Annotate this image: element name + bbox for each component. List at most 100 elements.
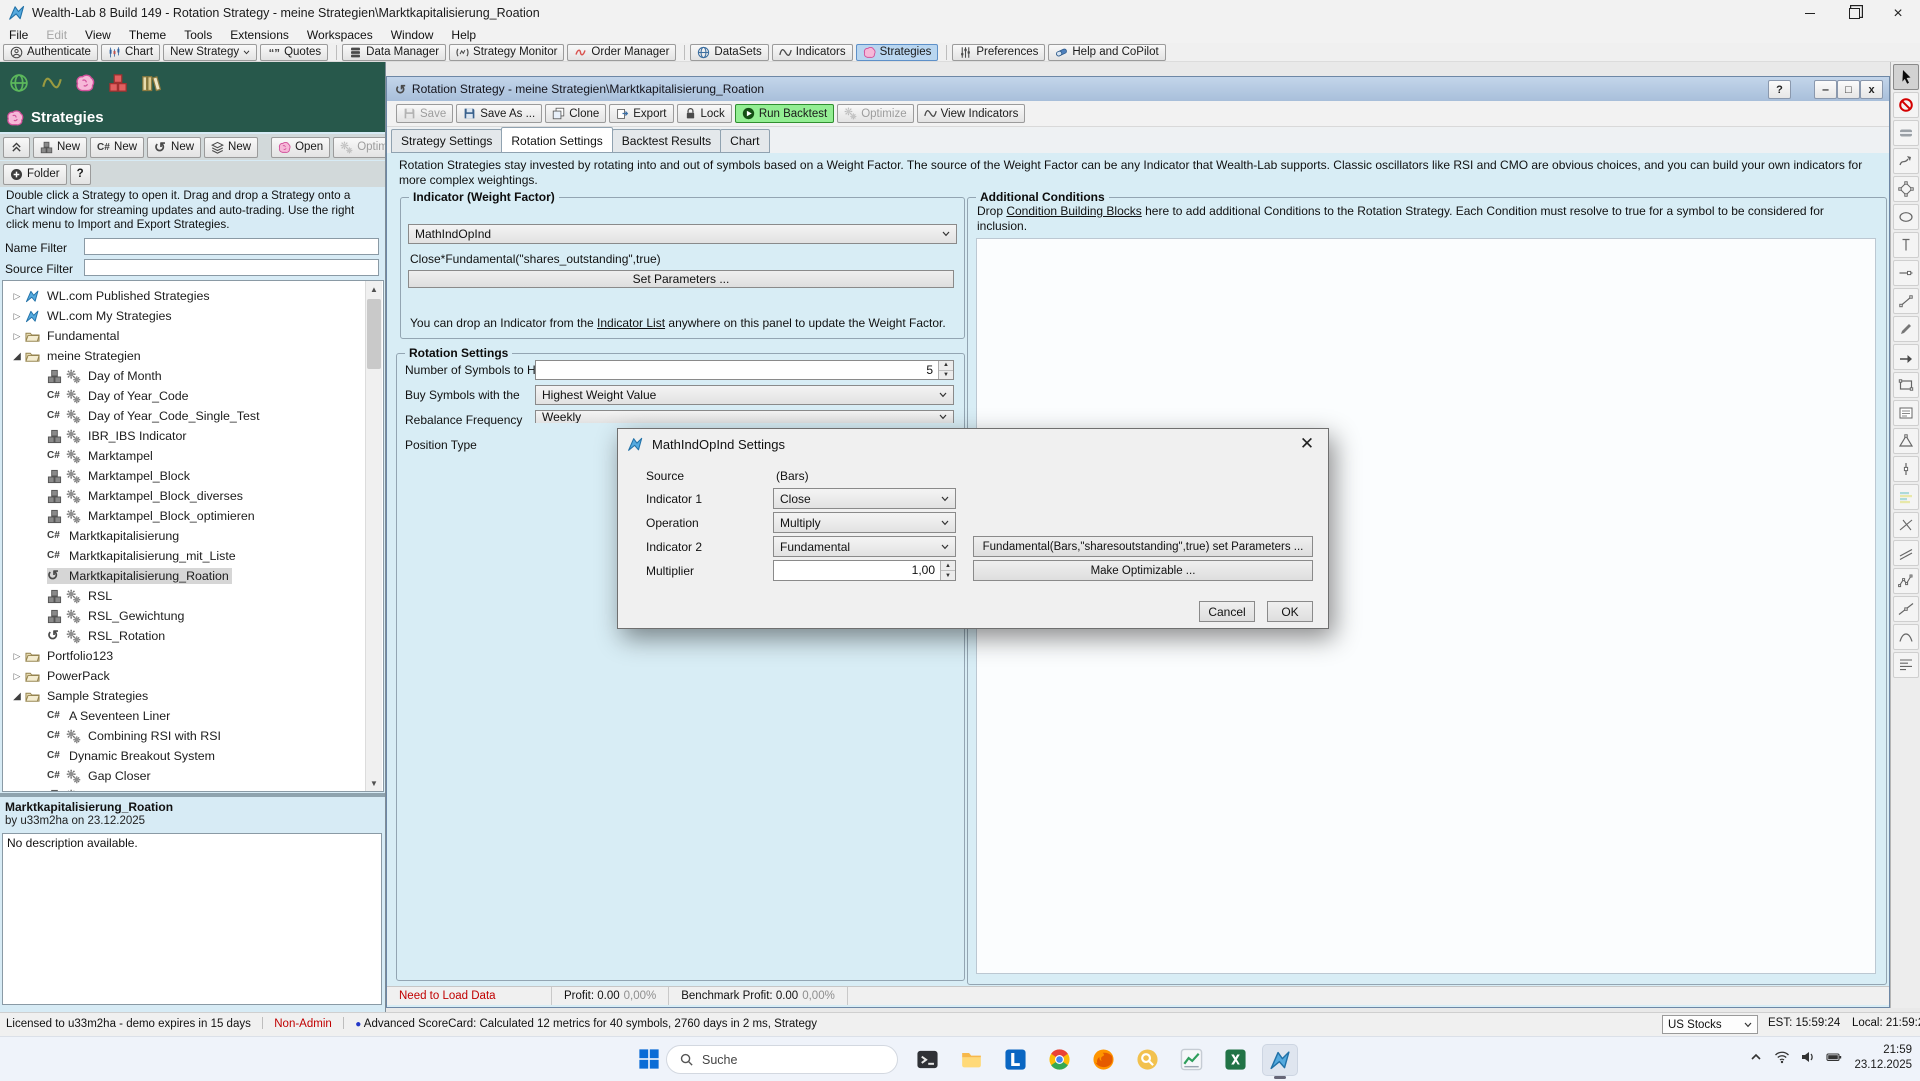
restore-button[interactable] [1832, 0, 1876, 27]
menu-tools[interactable]: Tools [175, 28, 221, 42]
indicator1-select[interactable]: Close [773, 488, 956, 509]
taskbar-linkedin-icon[interactable] [998, 1044, 1032, 1074]
export-button[interactable]: Export [609, 104, 673, 123]
taskbar-search[interactable]: Suche [666, 1045, 898, 1074]
taskbar-clock[interactable]: 21:59 23.12.2025 [1854, 1043, 1912, 1073]
make-optimizable-button[interactable]: Make Optimizable ... [973, 560, 1313, 581]
tree-item-marktkapitalisierung[interactable]: C#Marktkapitalisierung [3, 526, 383, 546]
tab-backtest-results[interactable]: Backtest Results [612, 129, 721, 153]
indicator-list-link[interactable]: Indicator List [597, 316, 665, 330]
condition-building-blocks-link[interactable]: Condition Building Blocks [1006, 204, 1141, 218]
strategy-monitor-button[interactable]: Strategy Monitor [449, 44, 564, 61]
data-manager-button[interactable]: Data Manager [342, 44, 446, 61]
rebalance-frequency-select[interactable]: Weekly [535, 410, 954, 423]
spin-up-icon[interactable]: ▲ [939, 361, 953, 371]
source-filter-input[interactable] [84, 259, 379, 276]
tree-item-marktkapitalisierung-roation[interactable]: ↺Marktkapitalisierung_Roation [3, 566, 383, 586]
chart-button[interactable]: Chart [101, 44, 160, 61]
tab-strategy-settings[interactable]: Strategy Settings [391, 129, 502, 153]
doc-maximize-button[interactable]: □ [1837, 80, 1860, 99]
menu-theme[interactable]: Theme [120, 28, 175, 42]
tree-item-marktampel-block-optimieren[interactable]: Marktampel_Block_optimieren [3, 506, 383, 526]
books-tan-icon[interactable] [141, 73, 161, 93]
lock-button[interactable]: Lock [677, 104, 732, 123]
scroll-down-icon[interactable]: ▼ [366, 775, 382, 791]
ellipse-tool[interactable] [1893, 204, 1919, 230]
tree-item-rsl[interactable]: RSL [3, 586, 383, 606]
clone-button[interactable]: Clone [545, 104, 606, 123]
taskbar-chrome-icon[interactable] [1042, 1044, 1076, 1074]
tree-item-rsl-gewichtung[interactable]: RSL_Gewichtung [3, 606, 383, 626]
collapse-icon[interactable]: ◢ [9, 351, 25, 362]
chevron-up-icon[interactable] [1748, 1049, 1764, 1065]
new-button[interactable]: New [204, 137, 258, 158]
scrollbar-thumb[interactable] [367, 299, 381, 369]
expand-icon[interactable]: ▷ [9, 651, 25, 662]
number-of-symbols-to-hold-spinner[interactable]: 5▲▼ [535, 360, 954, 380]
market-select[interactable]: US Stocks [1662, 1015, 1758, 1034]
vertical-line-tool[interactable] [1893, 232, 1919, 258]
order-manager-button[interactable]: Order Manager [567, 44, 676, 61]
quotes-button[interactable]: “”Quotes [260, 44, 328, 61]
tree-item-day-of-year-code-single-test[interactable]: C#Day of Year_Code_Single_Test [3, 406, 383, 426]
doc-help-button[interactable]: ? [1768, 80, 1791, 99]
text-note-tool[interactable] [1893, 400, 1919, 426]
start-button[interactable] [632, 1044, 666, 1074]
optimize-button[interactable]: Optimize [333, 137, 385, 158]
spin-down-icon[interactable]: ▼ [939, 371, 953, 380]
preferences-button[interactable]: Preferences [952, 44, 1045, 61]
authenticate-button[interactable]: Authenticate [3, 44, 98, 61]
brain-pink-icon[interactable] [75, 73, 95, 93]
open-button[interactable]: Open [271, 137, 330, 158]
eraser-tool[interactable] [1893, 120, 1919, 146]
expand-icon[interactable]: ▷ [9, 671, 25, 682]
rectangle-tool[interactable] [1893, 372, 1919, 398]
taskbar-search-app-icon[interactable] [1130, 1044, 1164, 1074]
tree-item-marktkapitalisierung-mit-liste[interactable]: C#Marktkapitalisierung_mit_Liste [3, 546, 383, 566]
multiplier-spinner[interactable]: 1,00 ▲▼ [773, 560, 956, 581]
globe-green-icon[interactable] [9, 73, 29, 93]
arrow-tool[interactable] [1893, 344, 1919, 370]
cancel-button[interactable]: Cancel [1199, 601, 1255, 622]
tree-item-rsl-rotation[interactable]: ↺RSL_Rotation [3, 626, 383, 646]
cubes-red-icon[interactable] [108, 73, 128, 93]
tree-item-ibr-ibs-indicator[interactable]: IBR_IBS Indicator [3, 426, 383, 446]
volume-icon[interactable] [1800, 1049, 1816, 1065]
freehand-tool[interactable] [1893, 148, 1919, 174]
tree-item-wl-com-published-strategies[interactable]: ▷WL.com Published Strategies [3, 286, 383, 306]
doc-close-button[interactable]: x [1860, 80, 1883, 99]
pencil-tool[interactable] [1893, 316, 1919, 342]
doc-minimize-button[interactable]: ‒ [1814, 80, 1837, 99]
indicator2-parameters-button[interactable]: Fundamental(Bars,"sharesoutstanding",tru… [973, 536, 1313, 557]
datasets-button[interactable]: DataSets [690, 44, 768, 61]
buy-symbols-with-the-select[interactable]: Highest Weight Value [535, 385, 954, 405]
expand-icon[interactable]: ▷ [9, 331, 25, 342]
extended-line-tool[interactable] [1893, 596, 1919, 622]
menu-file[interactable]: File [0, 28, 37, 42]
taskbar-terminal-icon[interactable] [910, 1044, 944, 1074]
tree-item-sample-strategies[interactable]: ◢Sample Strategies [3, 686, 383, 706]
zigzag-pattern-tool[interactable] [1893, 568, 1919, 594]
indicator-select[interactable]: MathIndOpInd [408, 224, 957, 244]
ok-button[interactable]: OK [1267, 601, 1313, 622]
tree-scrollbar[interactable]: ▲ ▼ [365, 281, 382, 791]
folder-button[interactable]: Folder [3, 164, 67, 185]
tree-item-portfolio123[interactable]: ▷Portfolio123 [3, 646, 383, 666]
menu-extensions[interactable]: Extensions [221, 28, 298, 42]
tree-item-marktampel[interactable]: C#Marktampel [3, 446, 383, 466]
taskbar-chart-app-icon[interactable] [1174, 1044, 1208, 1074]
tree-item-a-seventeen-liner[interactable]: C#A Seventeen Liner [3, 706, 383, 726]
tree-item-marktampel-block[interactable]: Marktampel_Block [3, 466, 383, 486]
strategies-button[interactable]: Strategies [856, 44, 939, 61]
scroll-up-icon[interactable]: ▲ [366, 281, 382, 297]
menu-help[interactable]: Help [442, 28, 485, 42]
run-backtest-button[interactable]: Run Backtest [735, 104, 834, 123]
operation-select[interactable]: Multiply [773, 512, 956, 533]
tab-chart[interactable]: Chart [720, 129, 769, 153]
help-and-copilot-button[interactable]: Help and CoPilot [1048, 44, 1165, 61]
trend-segment-tool[interactable] [1893, 288, 1919, 314]
save-button[interactable]: Save [396, 104, 453, 123]
taskbar-excel-icon[interactable] [1218, 1044, 1252, 1074]
collapse-all-button[interactable] [3, 137, 30, 158]
expand-icon[interactable]: ▷ [9, 291, 25, 302]
